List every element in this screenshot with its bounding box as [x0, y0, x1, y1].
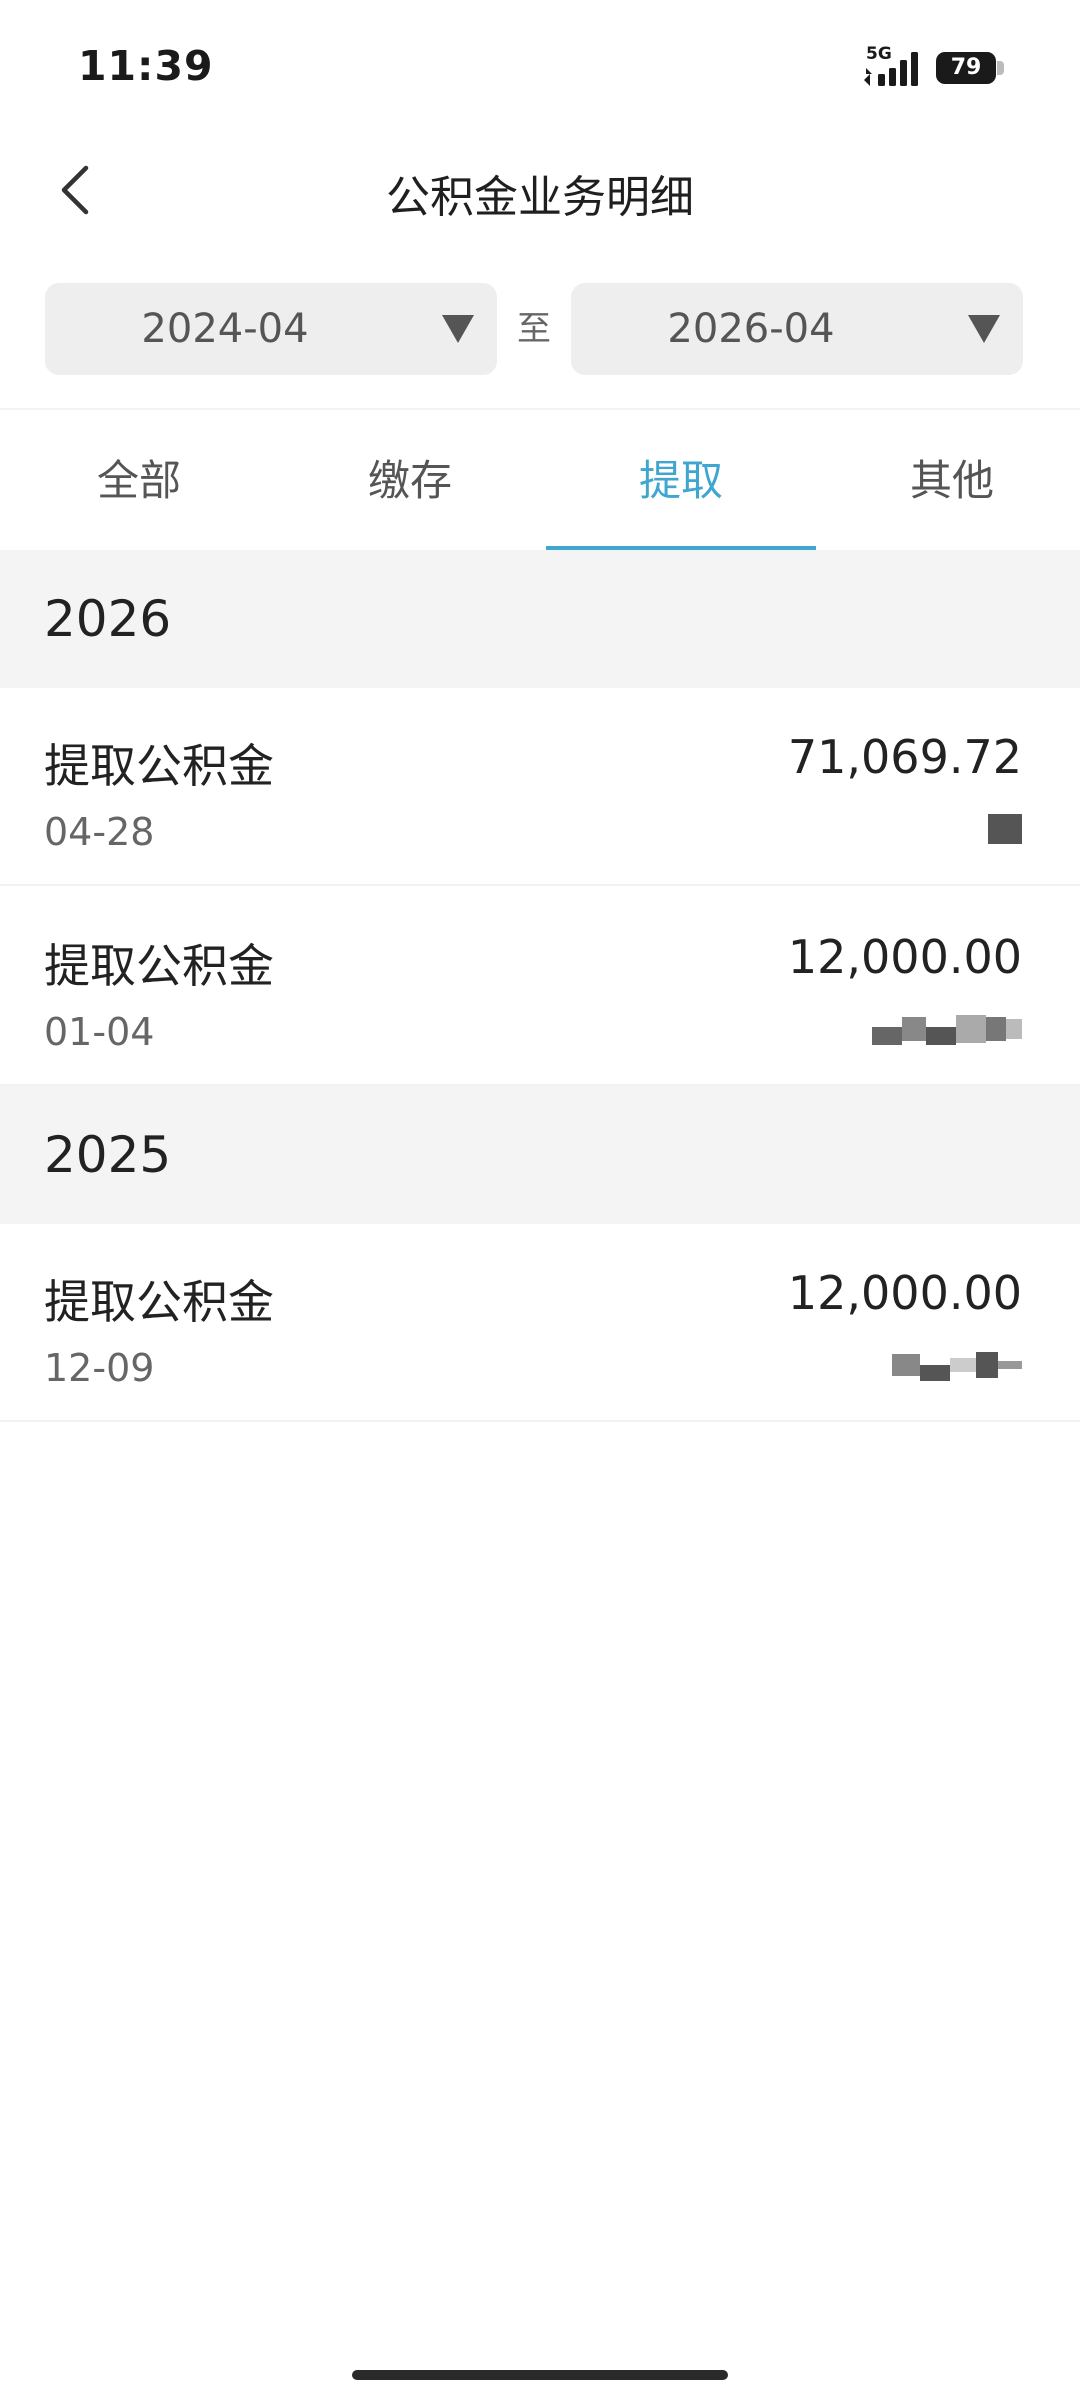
start-date-value: 2024-04	[141, 306, 309, 352]
signal-icon	[864, 52, 918, 86]
redacted-balance	[988, 812, 1022, 846]
tab-other[interactable]: 其他	[817, 410, 1080, 552]
page-title: 公积金业务明细	[386, 172, 694, 223]
end-date-picker[interactable]: 2026-04	[571, 283, 1023, 375]
transaction-title: 提取公积金	[44, 1275, 274, 1329]
status-time: 11:39	[78, 42, 214, 90]
year-section-header: 2026	[0, 550, 1080, 688]
year-label: 2026	[44, 590, 172, 648]
tab-withdraw[interactable]: 提取	[546, 410, 816, 552]
date-range-filter: 2024-04 至 2026-04	[0, 283, 1080, 375]
status-bar: 11:39 5G 79	[0, 0, 1080, 135]
transaction-row[interactable]: 提取公积金 01-04 12,000.00	[0, 888, 1080, 1086]
year-section-header: 2025	[0, 1086, 1080, 1224]
redacted-balance	[872, 1012, 1022, 1046]
tab-all[interactable]: 全部	[4, 410, 274, 552]
transaction-date: 12-09	[44, 1346, 155, 1390]
transaction-amount: 71,069.72	[787, 730, 1022, 784]
nav-header: 公积金业务明细	[0, 135, 1080, 245]
year-label: 2025	[44, 1126, 172, 1184]
range-separator: 至	[517, 309, 551, 349]
transaction-title: 提取公积金	[44, 939, 274, 993]
battery-icon: 79	[936, 52, 1004, 84]
transaction-row[interactable]: 提取公积金 04-28 71,069.72	[0, 688, 1080, 886]
home-indicator	[352, 2370, 728, 2380]
screen: 11:39 5G 79 公积金业务明细 2024-04 至 2026-04 全部…	[0, 0, 1080, 2400]
transaction-row[interactable]: 提取公积金 12-09 12,000.00	[0, 1224, 1080, 1422]
end-date-value: 2026-04	[667, 306, 835, 352]
transaction-date: 01-04	[44, 1010, 155, 1054]
dropdown-arrow-icon	[442, 315, 474, 343]
transaction-date: 04-28	[44, 810, 155, 854]
tab-deposit[interactable]: 缴存	[275, 410, 545, 552]
transaction-title: 提取公积金	[44, 739, 274, 793]
tab-bar: 全部 缴存 提取 其他	[0, 408, 1080, 550]
battery-level: 79	[950, 55, 982, 80]
transaction-amount: 12,000.00	[787, 930, 1022, 984]
redacted-balance	[892, 1348, 1022, 1382]
dropdown-arrow-icon	[968, 315, 1000, 343]
start-date-picker[interactable]: 2024-04	[45, 283, 497, 375]
transaction-amount: 12,000.00	[787, 1266, 1022, 1320]
